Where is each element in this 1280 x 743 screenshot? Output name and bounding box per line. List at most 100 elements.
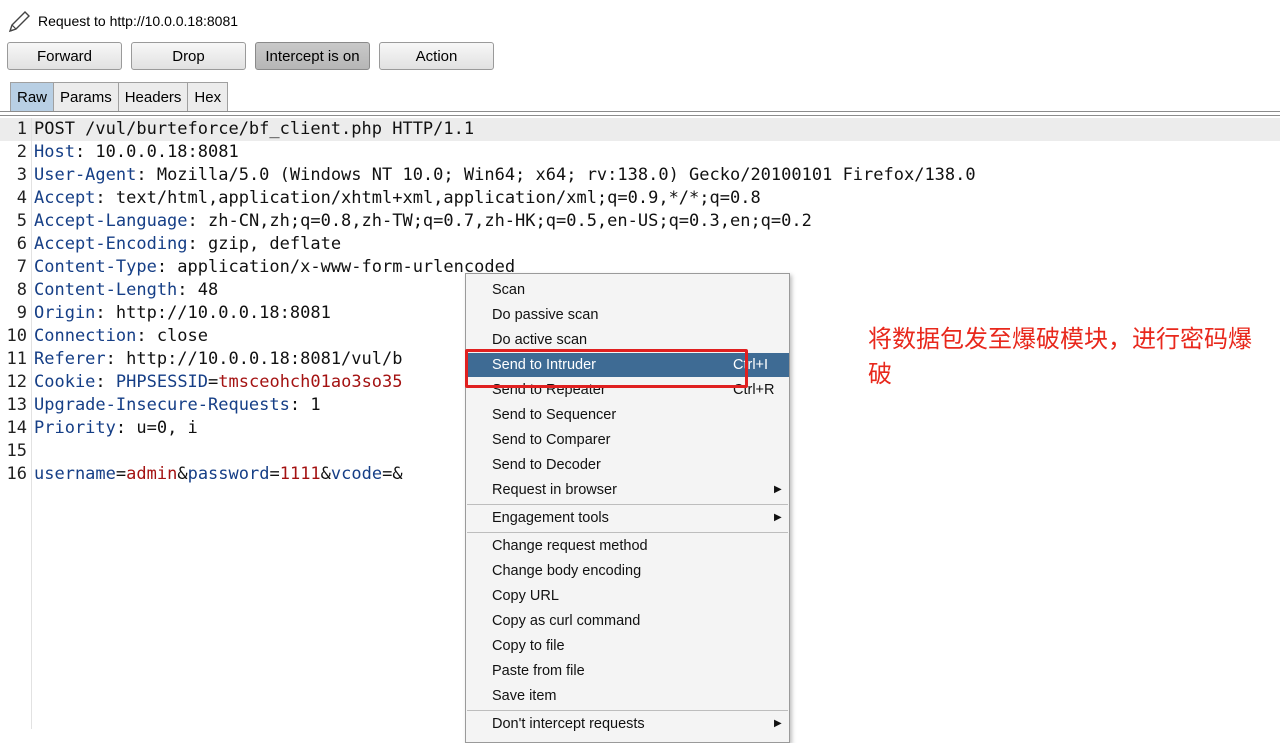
- request-line: 4 Accept: text/html,application/xhtml+xml…: [0, 187, 761, 210]
- line-code: Referer: http://10.0.0.18:8081/vul/b: [34, 348, 402, 371]
- code-text: : 1: [289, 395, 321, 415]
- code-text: : http://10.0.0.18:8081/vul/b: [105, 349, 403, 369]
- code-text: : 10.0.0.18:8081: [74, 142, 239, 162]
- forward-button[interactable]: Forward: [7, 42, 122, 70]
- line-code: Upgrade-Insecure-Requests: 1: [34, 394, 321, 417]
- title-bar: Request to http://10.0.0.18:8081: [0, 0, 1280, 40]
- menu-item-label: Send to Sequencer: [492, 407, 617, 423]
- header-name: Connection: [34, 326, 137, 346]
- request-line: 8 Content-Length: 48: [0, 279, 219, 302]
- menu-item-scan[interactable]: Scan: [466, 278, 789, 302]
- action-button[interactable]: Action: [379, 42, 494, 70]
- code-text: =: [115, 464, 127, 484]
- line-number: 8: [16, 280, 27, 300]
- menu-item-paste-from-file[interactable]: Paste from file: [466, 659, 789, 683]
- menu-separator: [467, 504, 788, 505]
- menu-item-copy-url[interactable]: Copy URL: [466, 584, 789, 608]
- line-code: Connection: close: [34, 325, 208, 348]
- tab-raw[interactable]: Raw: [10, 82, 55, 111]
- menu-item-label: Send to Decoder: [492, 457, 601, 473]
- menu-item-copy-as-curl-command[interactable]: Copy as curl command: [466, 609, 789, 633]
- header-name: vcode: [330, 464, 383, 484]
- menu-item-label: Do passive scan: [492, 307, 599, 323]
- header-name: password: [187, 464, 270, 484]
- line-code: username=admin&password=1111&vcode=&: [34, 463, 403, 486]
- menu-item-request-in-browser[interactable]: Request in browser ▶: [466, 478, 789, 502]
- menu-item-do-passive-scan[interactable]: Do passive scan: [466, 303, 789, 327]
- menu-item-copy-to-file[interactable]: Copy to file: [466, 634, 789, 658]
- drop-button[interactable]: Drop: [131, 42, 246, 70]
- code-text: : u=0, i: [115, 418, 198, 438]
- line-number: 10: [6, 326, 27, 346]
- line-number: 2: [16, 142, 27, 162]
- menu-item-label: Save item: [492, 688, 557, 704]
- menu-item-label: Paste from file: [492, 663, 585, 679]
- menu-item-don-t-intercept-requests[interactable]: Don't intercept requests ▶: [466, 712, 789, 736]
- line-code: Cookie: PHPSESSID=tmsceohch01ao3so35: [34, 371, 403, 394]
- highlight-box: [465, 349, 748, 388]
- header-name: Cookie: [34, 372, 96, 392]
- code-text: &: [177, 464, 188, 484]
- header-name: Upgrade-Insecure-Requests: [34, 395, 290, 415]
- menu-item-label: Do active scan: [492, 332, 588, 348]
- message-tabs: Raw Params Headers Hex: [10, 82, 229, 112]
- context-menu: Scan Do passive scan Do active scan Send to…: [465, 273, 790, 743]
- menu-item-send-to-comparer[interactable]: Send to Comparer: [466, 428, 789, 452]
- line-code: User-Agent: Mozilla/5.0 (Windows NT 10.0…: [34, 164, 976, 187]
- request-line: 2 Host: 10.0.0.18:8081: [0, 141, 239, 164]
- line-number: 5: [16, 211, 27, 231]
- tab-headers[interactable]: Headers: [117, 82, 189, 111]
- menu-item-change-body-encoding[interactable]: Change body encoding: [466, 559, 789, 583]
- param-value: 1111: [279, 464, 321, 484]
- tab-params[interactable]: Params: [53, 82, 119, 111]
- menu-item-label: Copy to file: [492, 638, 565, 654]
- menu-item-label: Change request method: [492, 538, 648, 554]
- tab-divider: [0, 111, 1280, 116]
- line-number: 15: [6, 441, 27, 461]
- request-line: 6 Accept-Encoding: gzip, deflate: [0, 233, 341, 256]
- line-number: 12: [6, 372, 27, 392]
- tab-hex[interactable]: Hex: [187, 82, 229, 111]
- code-text: =: [269, 464, 280, 484]
- menu-item-label: Change body encoding: [492, 563, 642, 579]
- request-line: 15: [0, 440, 27, 463]
- header-name: username: [34, 464, 116, 484]
- code-text: : http://10.0.0.18:8081: [95, 303, 331, 323]
- line-number: 6: [16, 234, 27, 254]
- code-text: : close: [136, 326, 209, 346]
- code-text: =: [208, 372, 219, 392]
- menu-item-label: Don't intercept requests: [492, 716, 645, 732]
- code-text: : application/x-www-form-urlencoded: [156, 257, 516, 277]
- param-value: tmsceohch01ao3so35: [218, 372, 403, 392]
- submenu-arrow-icon: ▶: [774, 718, 782, 729]
- request-line: 7 Content-Type: application/x-www-form-ur…: [0, 256, 515, 279]
- submenu-arrow-icon: ▶: [774, 512, 782, 523]
- menu-item-send-to-sequencer[interactable]: Send to Sequencer: [466, 403, 789, 427]
- menu-item-engagement-tools[interactable]: Engagement tools ▶: [466, 506, 789, 530]
- request-line: 10 Connection: close: [0, 325, 209, 348]
- menu-item-send-to-decoder[interactable]: Send to Decoder: [466, 453, 789, 477]
- line-number: 3: [16, 165, 27, 185]
- menu-item-change-request-method[interactable]: Change request method: [466, 534, 789, 558]
- annotation-note: 将数据包发至爆破模块，进行密码爆破: [868, 326, 1252, 388]
- submenu-arrow-icon: ▶: [774, 484, 782, 495]
- header-name: Content-Length: [34, 280, 178, 300]
- line-number: 13: [6, 395, 27, 415]
- header-name: User-Agent: [34, 165, 137, 185]
- code-text: &: [320, 464, 331, 484]
- menu-item-label: Engagement tools: [492, 510, 609, 526]
- request-line: 13 Upgrade-Insecure-Requests: 1: [0, 394, 321, 417]
- header-name: Accept-Encoding: [34, 234, 188, 254]
- request-line: 5 Accept-Language: zh-CN,zh;q=0.8,zh-TW;q…: [0, 210, 812, 233]
- window-title: Request to http://10.0.0.18:8081: [38, 13, 239, 29]
- menu-separator: [467, 710, 788, 711]
- menu-item-label: Send to Comparer: [492, 432, 611, 448]
- line-code: Accept-Encoding: gzip, deflate: [34, 233, 341, 256]
- line-code: Host: 10.0.0.18:8081: [34, 141, 239, 164]
- code-text: POST /vul/burteforce/bf_client.php HTTP/…: [34, 119, 475, 139]
- request-line: 1 POST /vul/burteforce/bf_client.php HTTP…: [0, 118, 474, 141]
- line-number: 9: [16, 303, 27, 323]
- header-name: PHPSESSID: [115, 372, 209, 392]
- menu-item-save-item[interactable]: Save item: [466, 684, 789, 708]
- intercept-toggle-button[interactable]: Intercept is on: [255, 42, 370, 70]
